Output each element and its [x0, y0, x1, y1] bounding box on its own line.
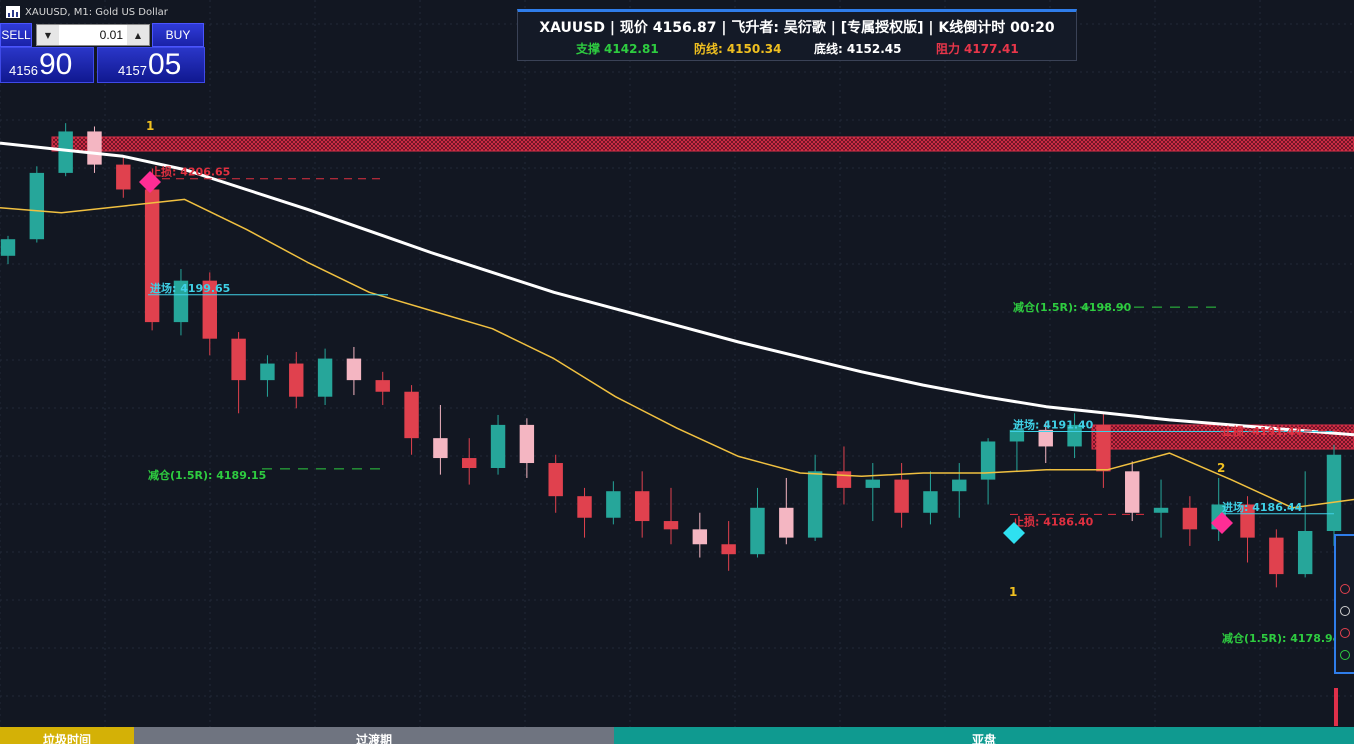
bottom-level: 底线: 4152.45	[814, 42, 902, 56]
candle-body	[144, 189, 160, 323]
candle-body	[721, 544, 736, 555]
candle-body	[663, 521, 679, 530]
candle-body	[952, 479, 967, 492]
candle-body	[375, 380, 390, 392]
price-chart[interactable]: 止损: 4206.65 进场: 4199.65 减仓(1.5R): 4189.15 减…	[0, 0, 1354, 744]
session-asia: 亚盘	[614, 727, 1354, 744]
candle-body	[87, 131, 102, 165]
stop-loss-label-2: 止损: 4186.40	[1013, 514, 1094, 528]
signal-number-3: 2	[1217, 461, 1225, 475]
candle-body	[548, 463, 563, 497]
candle-body	[1125, 471, 1140, 513]
trading-session-bar: 垃圾时间 过渡期 亚盘	[0, 727, 1354, 744]
entry-label-1: 进场: 4199.65	[150, 281, 230, 295]
candle-body	[317, 358, 333, 397]
candle-body	[289, 363, 304, 397]
sell-button[interactable]: SELL	[0, 23, 32, 47]
candle-body	[750, 507, 765, 555]
candle-body	[519, 424, 535, 464]
candle-body	[865, 479, 880, 488]
candle-body	[980, 441, 996, 480]
volume-indicator-bar	[1334, 688, 1338, 726]
session-garbage-time: 垃圾时间	[0, 727, 134, 744]
settings-circle-icon[interactable]	[1340, 606, 1350, 616]
sell-price-button[interactable]: 4156 90	[0, 47, 94, 83]
ma-fast-line	[0, 198, 1354, 509]
info-title: XAUUSD | 现价 4156.87 | 飞升者: 吴衍歌 | [专属授权版]…	[539, 20, 1055, 36]
candle-body	[260, 363, 275, 381]
candle-body	[894, 479, 909, 513]
resistance-zone-upper	[51, 136, 1354, 152]
buy-price-button[interactable]: 4157 05	[97, 47, 205, 83]
close-circle-icon[interactable]	[1340, 628, 1350, 638]
reduce-label-3: 减仓(1.5R): 4178.94	[1222, 631, 1341, 645]
support-level: 支撑 4142.81	[576, 42, 659, 56]
candle-body	[490, 424, 506, 468]
candle-body	[116, 164, 131, 190]
close-circle-icon[interactable]	[1340, 584, 1350, 594]
candle-body	[1038, 429, 1053, 447]
buy-button[interactable]: BUY	[152, 23, 204, 47]
candle-body	[1326, 454, 1342, 531]
candle-body	[1182, 507, 1198, 530]
check-circle-icon[interactable]	[1340, 650, 1350, 660]
signal-number-1: 1	[146, 119, 154, 133]
candle-body	[1153, 507, 1169, 513]
candle-body	[0, 239, 16, 256]
sell-price-integer: 4156	[9, 63, 38, 78]
signal-number-2: 1	[1009, 585, 1017, 599]
candle-body	[346, 358, 362, 381]
bar-chart-icon	[6, 6, 20, 18]
candle-body	[577, 496, 592, 518]
candle-body	[1297, 531, 1313, 575]
lot-size-input[interactable]	[59, 25, 127, 45]
candle-body	[779, 507, 794, 538]
candle-body	[606, 491, 621, 518]
lot-size-stepper[interactable]: ▼ ▲	[36, 24, 150, 46]
buy-price-integer: 4157	[118, 63, 147, 78]
candle-body	[1269, 537, 1284, 575]
reduce-label-1: 减仓(1.5R): 4189.15	[148, 468, 266, 482]
symbol-title: XAUUSD, M1: Gold US Dollar	[25, 6, 168, 18]
resistance-level: 阻力 4177.41	[936, 42, 1019, 56]
reduce-label-2: 减仓(1.5R): 4198.90	[1013, 300, 1132, 314]
candle-body	[634, 491, 650, 522]
candle-body	[836, 471, 852, 488]
candle-body	[433, 438, 448, 459]
defense-level: 防线: 4150.34	[694, 42, 782, 56]
candle-body	[231, 338, 246, 381]
buy-price-fraction: 05	[148, 48, 182, 81]
candle-body	[29, 172, 45, 240]
triangle-up-icon[interactable]: ▲	[127, 25, 149, 45]
chart-symbol-bar: XAUUSD, M1: Gold US Dollar	[0, 4, 168, 20]
sell-price-fraction: 90	[39, 48, 73, 81]
entry-label-2: 进场: 4191.40	[1013, 418, 1094, 432]
candle-body	[807, 471, 823, 538]
candle-body	[692, 529, 708, 545]
candle-body	[923, 491, 938, 513]
stop-loss-label-3: 止损: 4191.44	[1222, 424, 1303, 438]
indicator-info-panel: XAUUSD | 现价 4156.87 | 飞升者: 吴衍歌 | [专属授权版]…	[517, 9, 1077, 61]
triangle-down-icon[interactable]: ▼	[37, 25, 59, 45]
entry-label-3: 进场: 4186.44	[1222, 500, 1303, 514]
session-transition: 过渡期	[134, 727, 614, 744]
candle-body	[462, 458, 477, 468]
side-tool-panel[interactable]	[1334, 534, 1354, 674]
one-click-trading-panel: SELL ▼ ▲ BUY 4156 90 4157 05	[0, 23, 206, 83]
candle-body	[404, 391, 419, 439]
stop-loss-label-1: 止损: 4206.65	[150, 165, 230, 179]
